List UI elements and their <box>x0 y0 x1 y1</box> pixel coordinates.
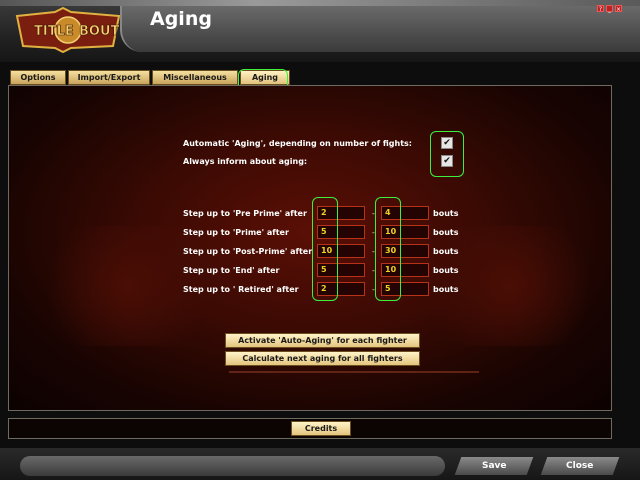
minimize-icon[interactable]: _ <box>606 5 613 13</box>
tab-options[interactable]: Options <box>10 70 66 85</box>
close-button[interactable]: Close <box>540 457 620 475</box>
bouts-label: bouts <box>433 285 459 294</box>
bouts-label: bouts <box>433 209 459 218</box>
credits-button[interactable]: Credits <box>291 421 351 436</box>
calculate-aging-button[interactable]: Calculate next aging for all fighters <box>225 351 420 366</box>
activate-auto-aging-button[interactable]: Activate 'Auto-Aging' for each fighter <box>225 333 420 348</box>
step-retired-label: Step up to ' Retired' after <box>183 285 299 294</box>
footer-status-bar <box>20 456 445 476</box>
page-title: Aging <box>150 8 212 30</box>
auto-aging-label: Automatic 'Aging', depending on number o… <box>183 139 412 148</box>
svg-text:BOUT: BOUT <box>79 24 120 39</box>
bouts-label: bouts <box>433 228 459 237</box>
tab-miscellaneous[interactable]: Miscellaneous <box>152 70 238 85</box>
step-end-label: Step up to 'End' after <box>183 266 280 275</box>
step-pre-prime-label: Step up to 'Pre Prime' after <box>183 209 307 218</box>
save-button[interactable]: Save <box>454 457 534 475</box>
bouts-label: bouts <box>433 266 459 275</box>
boxing-ring-background <box>229 371 479 406</box>
save-label: Save <box>481 461 507 471</box>
min-column-highlight <box>312 197 338 301</box>
checkbox-highlight <box>430 131 464 177</box>
bouts-label: bouts <box>433 247 459 256</box>
close-label: Close <box>566 461 594 471</box>
max-column-highlight <box>375 197 401 301</box>
step-post-prime-label: Step up to 'Post-Prime' after <box>183 247 313 256</box>
title-bout-logo: TITLE BOUT <box>13 6 123 54</box>
inform-aging-label: Always inform about aging: <box>183 157 308 166</box>
step-prime-label: Step up to 'Prime' after <box>183 228 289 237</box>
help-icon[interactable]: ? <box>597 5 604 13</box>
svg-text:TITLE: TITLE <box>34 24 74 39</box>
close-icon[interactable]: × <box>615 5 622 13</box>
tab-import-export[interactable]: Import/Export <box>68 70 150 85</box>
